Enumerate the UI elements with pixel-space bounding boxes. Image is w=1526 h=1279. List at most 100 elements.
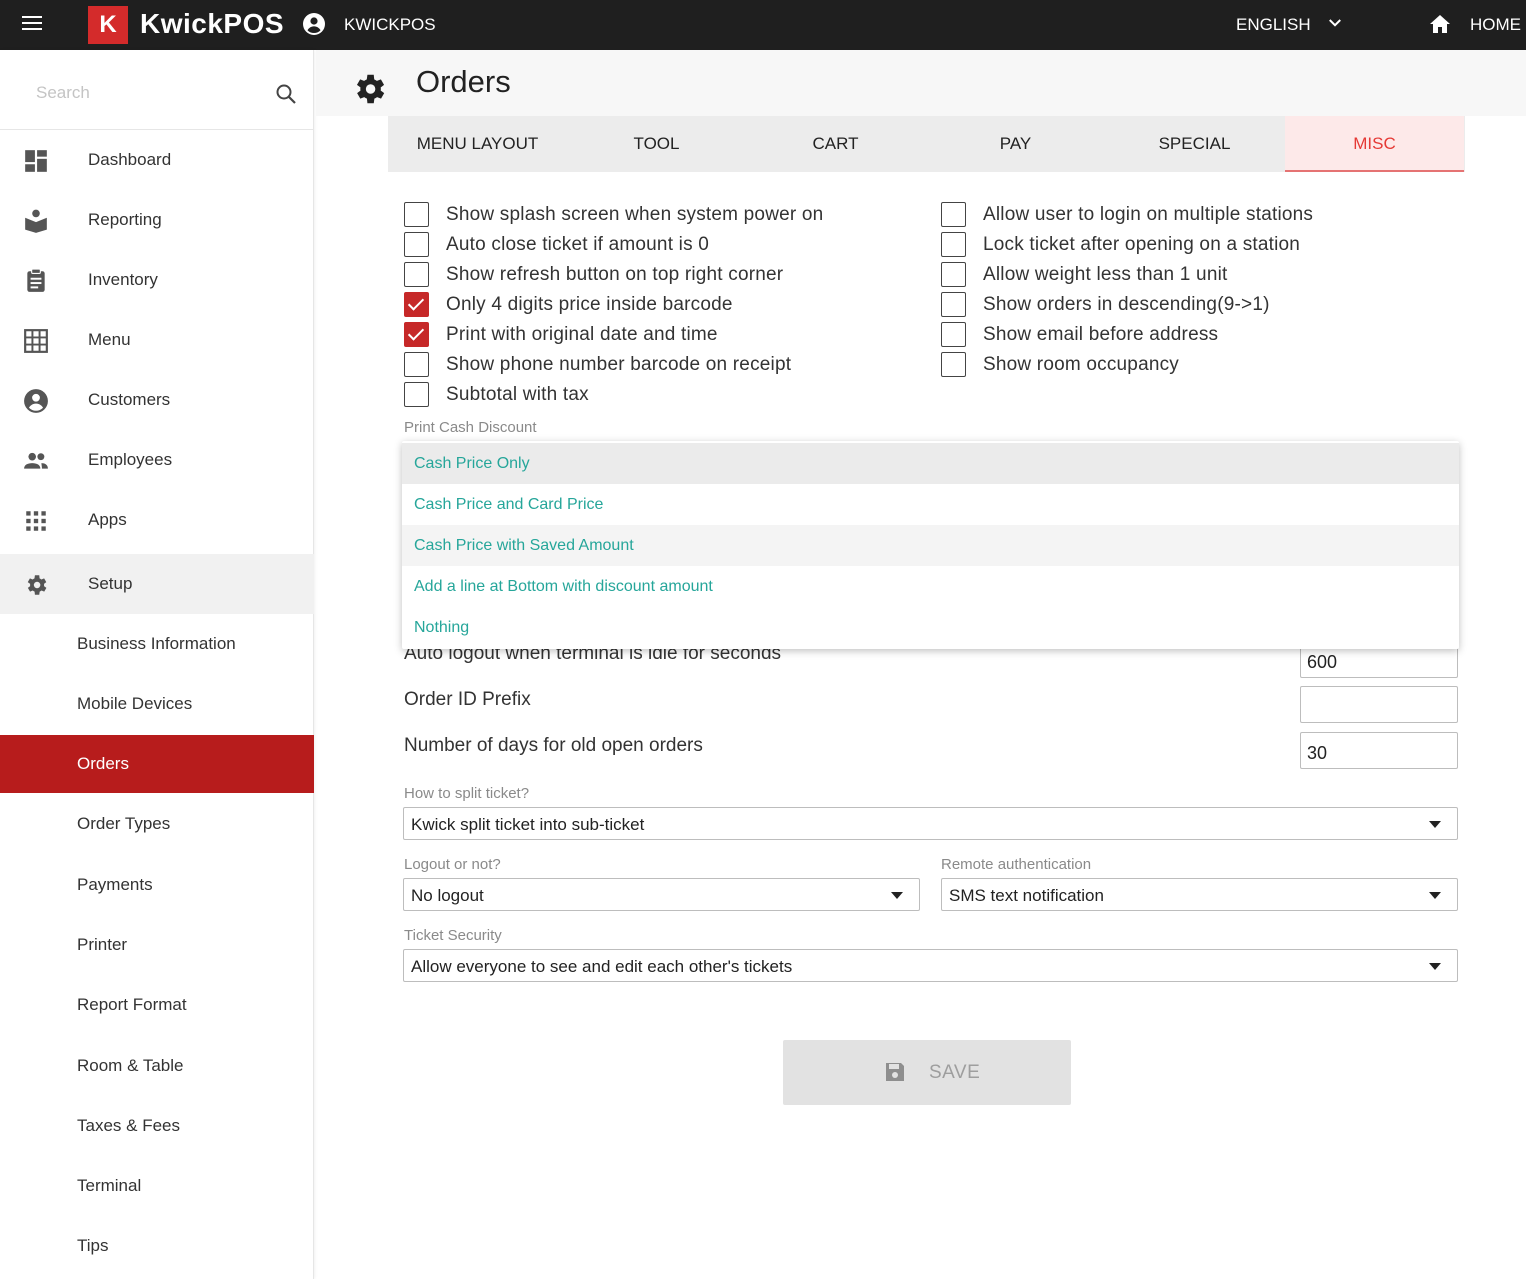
checkbox-auto-close-ticket[interactable]: Auto close ticket if amount is 0 — [404, 232, 884, 260]
sidebar-subitem-tips[interactable]: Tips — [0, 1217, 314, 1275]
checkbox-box[interactable] — [404, 352, 429, 377]
checkbox-original-date-time[interactable]: Print with original date and time — [404, 322, 884, 350]
hamburger-menu-icon[interactable] — [22, 16, 42, 32]
language-selector[interactable]: ENGLISH — [1236, 15, 1311, 35]
sidebar-subitem-report-format[interactable]: Report Format — [0, 976, 314, 1034]
chevron-down-icon[interactable] — [1326, 14, 1344, 32]
search-icon[interactable] — [274, 82, 298, 106]
sidebar-subitem-payments[interactable]: Payments — [0, 856, 314, 914]
reporting-icon — [25, 209, 47, 233]
tab-tool[interactable]: TOOL — [567, 116, 746, 172]
checkbox-box[interactable] — [941, 292, 966, 317]
checkbox-box[interactable] — [404, 382, 429, 407]
checkbox-box[interactable] — [941, 352, 966, 377]
dropdown-option[interactable]: Cash Price Only — [402, 443, 1459, 484]
sidebar-item-employees[interactable]: Employees — [0, 430, 314, 490]
checkbox-label: Subtotal with tax — [446, 384, 589, 405]
checkbox-email-before-address[interactable]: Show email before address — [941, 322, 1421, 350]
sidebar-subitem-mobile-devices[interactable]: Mobile Devices — [0, 675, 314, 733]
tab-misc[interactable]: MISC — [1285, 116, 1464, 172]
brand-name: KwickPOS — [140, 8, 285, 39]
order-prefix-input[interactable] — [1300, 686, 1458, 723]
home-link[interactable]: HOME — [1470, 15, 1521, 35]
dropdown-option[interactable]: Nothing — [402, 607, 1459, 648]
checkbox-weight-less-than-one[interactable]: Allow weight less than 1 unit — [941, 262, 1421, 290]
dropdown-option[interactable]: Add a line at Bottom with discount amoun… — [402, 566, 1459, 607]
gear-icon — [27, 575, 47, 595]
checkbox-box[interactable] — [941, 262, 966, 287]
top-bar: K KwickPOS KWICKPOS ENGLISH HOME — [0, 0, 1526, 50]
dropdown-option-label: Cash Price with Saved Amount — [414, 537, 634, 554]
checkbox-splash-screen[interactable]: Show splash screen when system power on — [404, 202, 884, 230]
checkbox-orders-descending[interactable]: Show orders in descending(9->1) — [941, 292, 1421, 320]
sidebar-subitem-taxes-fees[interactable]: Taxes & Fees — [0, 1097, 314, 1155]
logout-select[interactable]: No logout — [403, 878, 920, 911]
dropdown-option[interactable]: Cash Price and Card Price — [402, 484, 1459, 525]
checkbox-subtotal-with-tax[interactable]: Subtotal with tax — [404, 382, 884, 410]
checkbox-box[interactable] — [404, 322, 429, 347]
print-cash-discount-dropdown: Cash Price Only Cash Price and Card Pric… — [402, 441, 1459, 649]
save-button[interactable]: SAVE — [783, 1040, 1071, 1105]
checkbox-label: Auto close ticket if amount is 0 — [446, 234, 710, 255]
sidebar-item-apps[interactable]: Apps — [0, 490, 314, 550]
save-icon — [886, 1063, 904, 1081]
sidebar-subitem-room-table[interactable]: Room & Table — [0, 1037, 314, 1095]
checkbox-box[interactable] — [941, 232, 966, 257]
sidebar-item-menu[interactable]: Menu — [0, 310, 314, 370]
sidebar-subitem-label: Report Format — [77, 995, 187, 1014]
checkbox-box[interactable] — [404, 232, 429, 257]
settings-tabs: MENU LAYOUT TOOL CART PAY SPECIAL MISC — [388, 116, 1465, 172]
checkbox-label: Show email before address — [983, 324, 1219, 345]
remote-auth-select[interactable]: SMS text notification — [941, 878, 1458, 911]
sidebar-subitem-business-information[interactable]: Business Information — [0, 615, 314, 673]
dashboard-icon — [25, 150, 47, 172]
checkbox-box[interactable] — [941, 322, 966, 347]
checkbox-box[interactable] — [404, 262, 429, 287]
checkbox-refresh-button[interactable]: Show refresh button on top right corner — [404, 262, 884, 290]
sidebar-item-label: Employees — [88, 450, 173, 469]
checkbox-box[interactable] — [941, 202, 966, 227]
checkbox-box[interactable] — [404, 292, 429, 317]
split-ticket-select[interactable]: Kwick split ticket into sub-ticket — [403, 807, 1458, 840]
sidebar-item-dashboard[interactable]: Dashboard — [0, 130, 314, 190]
checkbox-label: Allow user to login on multiple stations — [983, 204, 1314, 225]
search-input[interactable] — [36, 78, 256, 108]
gear-icon — [356, 74, 385, 104]
tab-menu-layout[interactable]: MENU LAYOUT — [388, 116, 567, 172]
sidebar-item-label: Setup — [88, 574, 133, 593]
sidebar-item-setup[interactable]: Setup — [0, 554, 314, 614]
account-circle-icon[interactable] — [302, 12, 326, 36]
home-icon[interactable] — [1428, 12, 1452, 36]
ticket-security-caption: Ticket Security — [404, 927, 502, 944]
sidebar-search — [0, 50, 314, 130]
tab-cart[interactable]: CART — [746, 116, 925, 172]
sidebar-subitem-printer[interactable]: Printer — [0, 916, 314, 974]
checkbox-phone-barcode[interactable]: Show phone number barcode on receipt — [404, 352, 884, 380]
checkbox-lock-ticket[interactable]: Lock ticket after opening on a station — [941, 232, 1421, 260]
checkbox-box[interactable] — [404, 202, 429, 227]
ticket-security-select[interactable]: Allow everyone to see and edit each othe… — [403, 949, 1458, 982]
dropdown-option-label: Cash Price Only — [414, 455, 530, 472]
tab-special[interactable]: SPECIAL — [1105, 116, 1284, 172]
select-value: Allow everyone to see and edit each othe… — [411, 957, 793, 976]
split-ticket-caption: How to split ticket? — [404, 785, 530, 802]
user-name[interactable]: KWICKPOS — [344, 15, 436, 35]
checkbox-four-digit-barcode[interactable]: Only 4 digits price inside barcode — [404, 292, 884, 320]
dropdown-option[interactable]: Cash Price with Saved Amount — [402, 525, 1459, 566]
old-orders-days-input[interactable] — [1300, 732, 1458, 769]
sidebar-subitem-orders[interactable]: Orders — [0, 735, 314, 793]
sidebar-item-label: Reporting — [88, 210, 162, 229]
sidebar-item-reporting[interactable]: Reporting — [0, 190, 314, 250]
save-label: SAVE — [929, 1062, 981, 1083]
sidebar-subitem-terminal[interactable]: Terminal — [0, 1157, 314, 1215]
tab-pay[interactable]: PAY — [926, 116, 1105, 172]
sidebar-subitem-order-types[interactable]: Order Types — [0, 795, 314, 853]
sidebar-subitem-label: Mobile Devices — [77, 694, 193, 713]
select-value: Kwick split ticket into sub-ticket — [411, 815, 645, 834]
checkbox-room-occupancy[interactable]: Show room occupancy — [941, 352, 1421, 380]
checkbox-label: Show room occupancy — [983, 354, 1180, 375]
checkbox-multi-station-login[interactable]: Allow user to login on multiple stations — [941, 202, 1421, 230]
sidebar-item-customers[interactable]: Customers — [0, 370, 314, 430]
customer-icon — [24, 389, 48, 413]
sidebar-item-inventory[interactable]: Inventory — [0, 250, 314, 310]
